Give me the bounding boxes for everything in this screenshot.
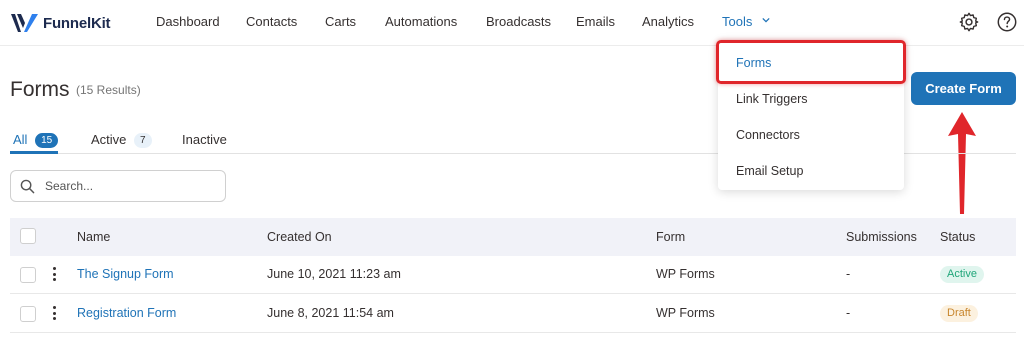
tab-all-count: 15 (35, 133, 59, 148)
submissions-cell: - (846, 306, 851, 320)
kebab-icon[interactable] (51, 267, 57, 283)
nav-emails[interactable]: Emails (576, 14, 615, 29)
nav-automations[interactable]: Automations (385, 14, 457, 29)
table-row: The Signup Form June 10, 2021 11:23 am W… (10, 256, 1016, 294)
red-arrow-annotation (948, 112, 976, 214)
menu-item-link-triggers[interactable]: Link Triggers (718, 82, 904, 116)
tools-dropdown-menu: Forms Link Triggers Connectors Email Set… (718, 40, 904, 190)
column-name[interactable]: Name (77, 230, 110, 244)
select-all-checkbox[interactable] (20, 228, 36, 244)
form-type-cell: WP Forms (656, 306, 715, 320)
tab-active[interactable]: Active 7 (91, 132, 152, 148)
page-title: Forms (10, 78, 70, 101)
create-form-button[interactable]: Create Form (911, 72, 1016, 105)
active-tab-indicator (10, 151, 58, 154)
search-icon (20, 179, 35, 194)
menu-item-forms[interactable]: Forms (718, 46, 904, 80)
column-form[interactable]: Form (656, 230, 685, 244)
tab-active-count: 7 (134, 133, 152, 148)
funnelkit-logo[interactable]: FunnelKit (10, 11, 111, 35)
table-header: Name Created On Form Submissions Status (10, 218, 1016, 256)
search-input[interactable] (45, 176, 215, 196)
help-circle-icon[interactable] (996, 11, 1018, 33)
forms-page: FunnelKit Dashboard Contacts Carts Autom… (0, 0, 1024, 337)
result-count: (15 Results) (76, 83, 141, 97)
search-box[interactable] (10, 170, 226, 202)
menu-item-connectors[interactable]: Connectors (718, 118, 904, 152)
column-created-on[interactable]: Created On (267, 230, 332, 244)
nav-carts[interactable]: Carts (325, 14, 356, 29)
chevron-down-icon (762, 17, 770, 23)
table-row: Registration Form June 8, 2021 11:54 am … (10, 295, 1016, 333)
row-checkbox[interactable] (20, 267, 36, 283)
column-status[interactable]: Status (940, 230, 975, 244)
form-name-link[interactable]: The Signup Form (77, 267, 174, 281)
tab-active-label: Active (91, 132, 127, 147)
kebab-icon[interactable] (51, 306, 57, 322)
form-type-cell: WP Forms (656, 267, 715, 281)
tab-all[interactable]: All 15 (13, 132, 59, 148)
status-badge: Active (940, 266, 984, 283)
created-on-cell: June 8, 2021 11:54 am (267, 306, 394, 320)
menu-item-email-setup[interactable]: Email Setup (718, 154, 904, 188)
submissions-cell: - (846, 267, 851, 281)
nav-tools[interactable]: Tools (722, 14, 770, 29)
column-submissions[interactable]: Submissions (846, 230, 917, 244)
created-on-cell: June 10, 2021 11:23 am (267, 267, 401, 281)
row-checkbox[interactable] (20, 306, 36, 322)
tab-inactive[interactable]: Inactive (182, 132, 227, 147)
tab-all-label: All (13, 132, 28, 147)
form-name-link[interactable]: Registration Form (77, 306, 176, 320)
nav-analytics[interactable]: Analytics (642, 14, 694, 29)
nav-broadcasts[interactable]: Broadcasts (486, 14, 551, 29)
nav-tools-label: Tools (722, 14, 753, 29)
status-badge: Draft (940, 305, 978, 322)
nav-contacts[interactable]: Contacts (246, 14, 297, 29)
funnelkit-logo-icon (11, 14, 38, 32)
logo-text: FunnelKit (43, 14, 111, 32)
gear-icon[interactable] (958, 11, 980, 33)
nav-dashboard[interactable]: Dashboard (156, 14, 220, 29)
tab-inactive-label: Inactive (182, 132, 227, 147)
